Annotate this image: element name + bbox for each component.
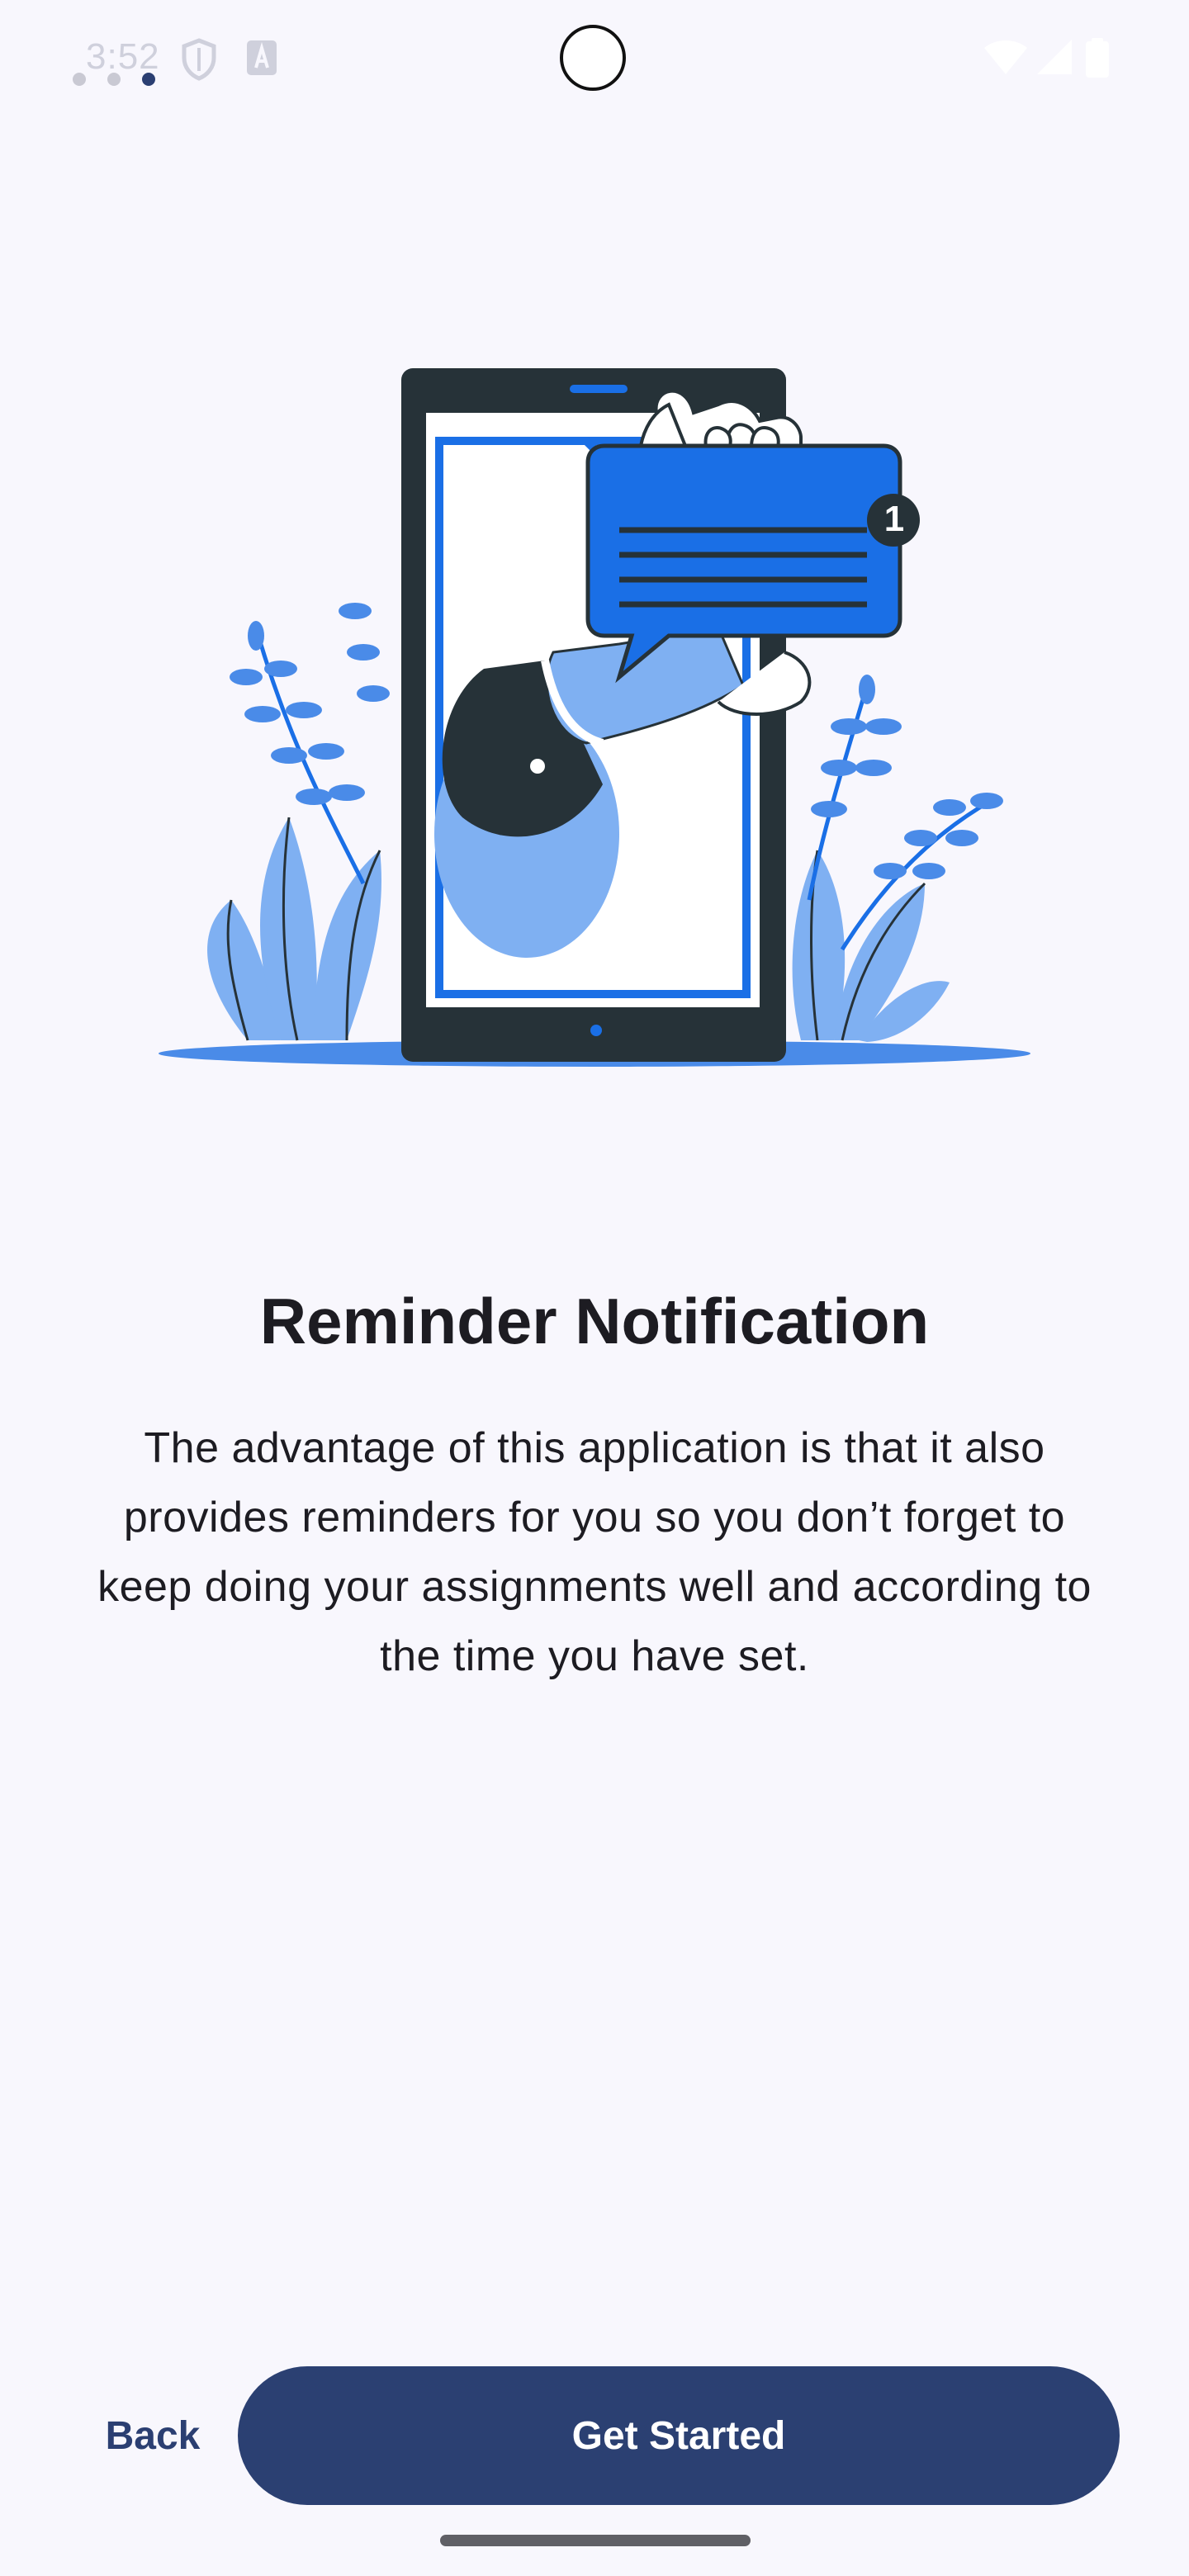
status-bar: 3:52 <box>0 0 1189 124</box>
onboarding-screen: 3:52 1 Reminder Notification The advanta… <box>0 0 1189 2576</box>
onboarding-title: Reminder Notification <box>259 1285 930 1357</box>
camera-cutout <box>560 25 626 91</box>
left-plant-icon <box>207 603 390 1041</box>
page-dot-1 <box>73 73 86 86</box>
notification-badge-count: 1 <box>883 499 905 539</box>
phone-notification-illustration <box>159 368 1030 1067</box>
status-time: 3:52 <box>86 36 160 77</box>
wifi-icon <box>984 40 1027 74</box>
battery-icon <box>1086 38 1109 78</box>
notification-a-icon <box>247 40 277 75</box>
get-started-button[interactable]: Get Started <box>238 2366 1120 2505</box>
home-indicator[interactable] <box>440 2535 751 2546</box>
right-plant-icon <box>792 675 1003 1042</box>
signal-icon <box>1037 40 1072 74</box>
shield-icon <box>182 38 216 81</box>
back-button[interactable]: Back <box>83 2394 223 2477</box>
onboarding-description: The advantage of this application is tha… <box>97 1424 1092 1680</box>
